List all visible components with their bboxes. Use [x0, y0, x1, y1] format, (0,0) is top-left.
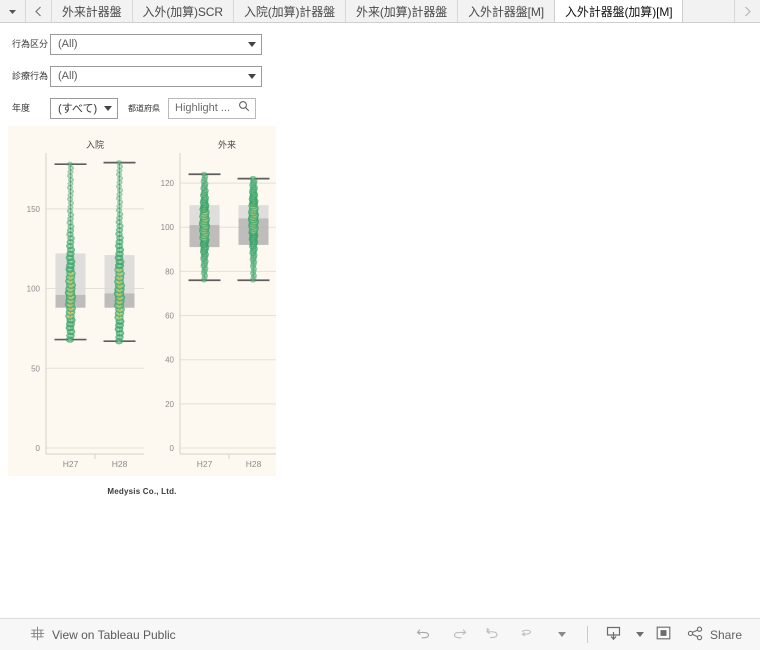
download-button[interactable] [597, 621, 631, 649]
tab-prev-button[interactable] [26, 0, 52, 22]
fullscreen-icon [655, 625, 672, 644]
filter-label-koui-kubun: 行為区分 [12, 38, 49, 49]
tab-gairai-kasan-keikiban[interactable]: 外来(加算)計器盤 [346, 0, 459, 22]
data-point[interactable] [117, 187, 123, 193]
view-on-tableau-public-button[interactable]: View on Tableau Public [0, 626, 176, 644]
tab-nyugai-keikiban-m[interactable]: 入外計器盤[M] [458, 0, 556, 22]
viz-caption: Medysis Co., Ltd. [107, 487, 177, 496]
filter-label-shinryo-koui: 診療行為 [12, 70, 49, 81]
undo-button[interactable] [408, 621, 442, 649]
share-icon [687, 626, 704, 644]
x-axis-tick-label: H27 [63, 459, 79, 469]
x-axis-tick-label: H28 [112, 459, 128, 469]
share-label: Share [709, 627, 742, 642]
filter-dropdown-koui-kubun[interactable]: (All) [50, 33, 262, 55]
y-axis-tick-label: 0 [170, 444, 175, 453]
boxplot-chart[interactable]: 入院 0 50 100 150 H27 H28 外来 0 20 40 60 80 100 120 H27 H28 [8, 126, 278, 476]
download-dropdown-button[interactable] [631, 621, 647, 649]
search-placeholder: Highlight ... [175, 102, 231, 114]
tab-menu-button[interactable] [0, 0, 26, 22]
pause-dropdown-button[interactable] [544, 621, 578, 649]
data-point[interactable] [116, 160, 122, 165]
toolbar-divider [586, 626, 588, 643]
y-axis-tick-label: 60 [165, 312, 174, 321]
data-point[interactable] [117, 199, 123, 205]
bottom-toolbar: View on Tableau Public Share [0, 618, 760, 650]
data-point[interactable] [67, 161, 73, 167]
tab-label: 外来計器盤 [62, 4, 122, 19]
tab-gairai-keikiban[interactable]: 外来計器盤 [52, 0, 133, 22]
tab-nyuin-kasan-keikiban[interactable]: 入院(加算)計器盤 [233, 0, 347, 22]
tab-list: 外来計器盤 入外(加算)SCR 入院(加算)計器盤 外来(加算)計器盤 入外計器… [52, 0, 684, 22]
caret-down-icon [104, 105, 112, 111]
y-axis-tick-label: 120 [161, 179, 175, 188]
x-axis-tick-label: H28 [246, 459, 262, 469]
filter-row-nendo: 年度 (すべて) 都道府県 Highlight ... [0, 97, 290, 119]
tab-next-button[interactable] [734, 0, 760, 22]
y-axis-tick-label: 0 [36, 444, 41, 453]
caret-down-icon [557, 632, 566, 637]
filter-label-todofuken: 都道府県 [128, 103, 160, 113]
data-point[interactable] [249, 175, 257, 182]
filter-panel: 行為区分 (All) 診療行為 (All) 年度 (すべて) 都道府県 High… [0, 23, 290, 129]
redo-button[interactable] [442, 621, 476, 649]
tab-bar: 外来計器盤 入外(加算)SCR 入院(加算)計器盤 外来(加算)計器盤 入外計器… [0, 0, 760, 23]
x-axis-tick-label: H27 [197, 459, 213, 469]
refresh-icon [518, 626, 535, 643]
y-axis-tick-label: 40 [165, 356, 174, 365]
y-axis-tick-label: 100 [27, 285, 41, 294]
tab-label: 外来(加算)計器盤 [356, 4, 448, 19]
search-icon [238, 99, 250, 117]
y-axis-tick-label: 100 [161, 223, 175, 232]
tab-label: 入外計器盤(加算)[M] [565, 4, 673, 19]
tableau-logo-icon [30, 626, 45, 644]
chevron-right-icon [743, 6, 752, 17]
filter-value-koui-kubun: (All) [58, 38, 78, 50]
tab-nyugai-kasan-scr[interactable]: 入外(加算)SCR [132, 0, 234, 22]
tableau-viz-app: 外来計器盤 入外(加算)SCR 入院(加算)計器盤 外来(加算)計器盤 入外計器… [0, 0, 760, 650]
tab-nyugai-keikiban-kasan-m[interactable]: 入外計器盤(加算)[M] [554, 0, 684, 22]
highlight-search-input[interactable]: Highlight ... [168, 97, 256, 119]
viz-container[interactable]: 入院 0 50 100 150 H27 H28 外来 0 20 40 60 80 100 120 H27 H28 [8, 126, 278, 476]
download-group [597, 621, 647, 649]
y-axis-tick-label: 80 [165, 267, 174, 276]
filter-dropdown-nendo[interactable]: (すべて) [50, 97, 118, 119]
y-axis-tick-label: 20 [165, 400, 174, 409]
undo-icon [416, 626, 433, 643]
tab-label: 入外(加算)SCR [142, 4, 224, 19]
refresh-button[interactable] [510, 621, 544, 649]
revert-button[interactable] [476, 621, 510, 649]
caret-down-icon [248, 41, 256, 47]
download-icon [605, 625, 622, 644]
filter-row-koui-kubun: 行為区分 (All) [0, 33, 290, 55]
share-button[interactable]: Share [681, 626, 742, 644]
panel-title: 入院 [86, 139, 104, 150]
fullscreen-button[interactable] [647, 621, 681, 649]
filter-value-nendo: (すべて) [58, 103, 98, 115]
redo-icon [450, 626, 467, 643]
caret-down-icon [635, 632, 644, 637]
data-point[interactable] [117, 176, 123, 181]
tab-label: 入院(加算)計器盤 [243, 4, 336, 19]
toolbar-actions: Share [408, 621, 760, 649]
filter-row-shinryo-koui: 診療行為 (All) [0, 65, 290, 87]
chevron-left-icon [34, 6, 43, 17]
filter-label-nendo: 年度 [12, 102, 31, 113]
caret-down-icon [8, 7, 17, 16]
revert-icon [484, 626, 501, 643]
filter-value-shinryo-koui: (All) [58, 70, 78, 82]
y-axis-tick-label: 150 [27, 205, 41, 214]
view-on-tableau-public-label: View on Tableau Public [52, 627, 176, 642]
viz-background [8, 126, 276, 476]
caret-down-icon [248, 73, 256, 79]
data-point[interactable] [200, 171, 208, 177]
panel-title: 外来 [218, 139, 236, 150]
filter-dropdown-shinryo-koui[interactable]: (All) [50, 65, 262, 87]
data-point[interactable] [117, 164, 123, 169]
tab-label: 入外計器盤[M] [468, 4, 545, 19]
y-axis-tick-label: 50 [31, 364, 40, 373]
